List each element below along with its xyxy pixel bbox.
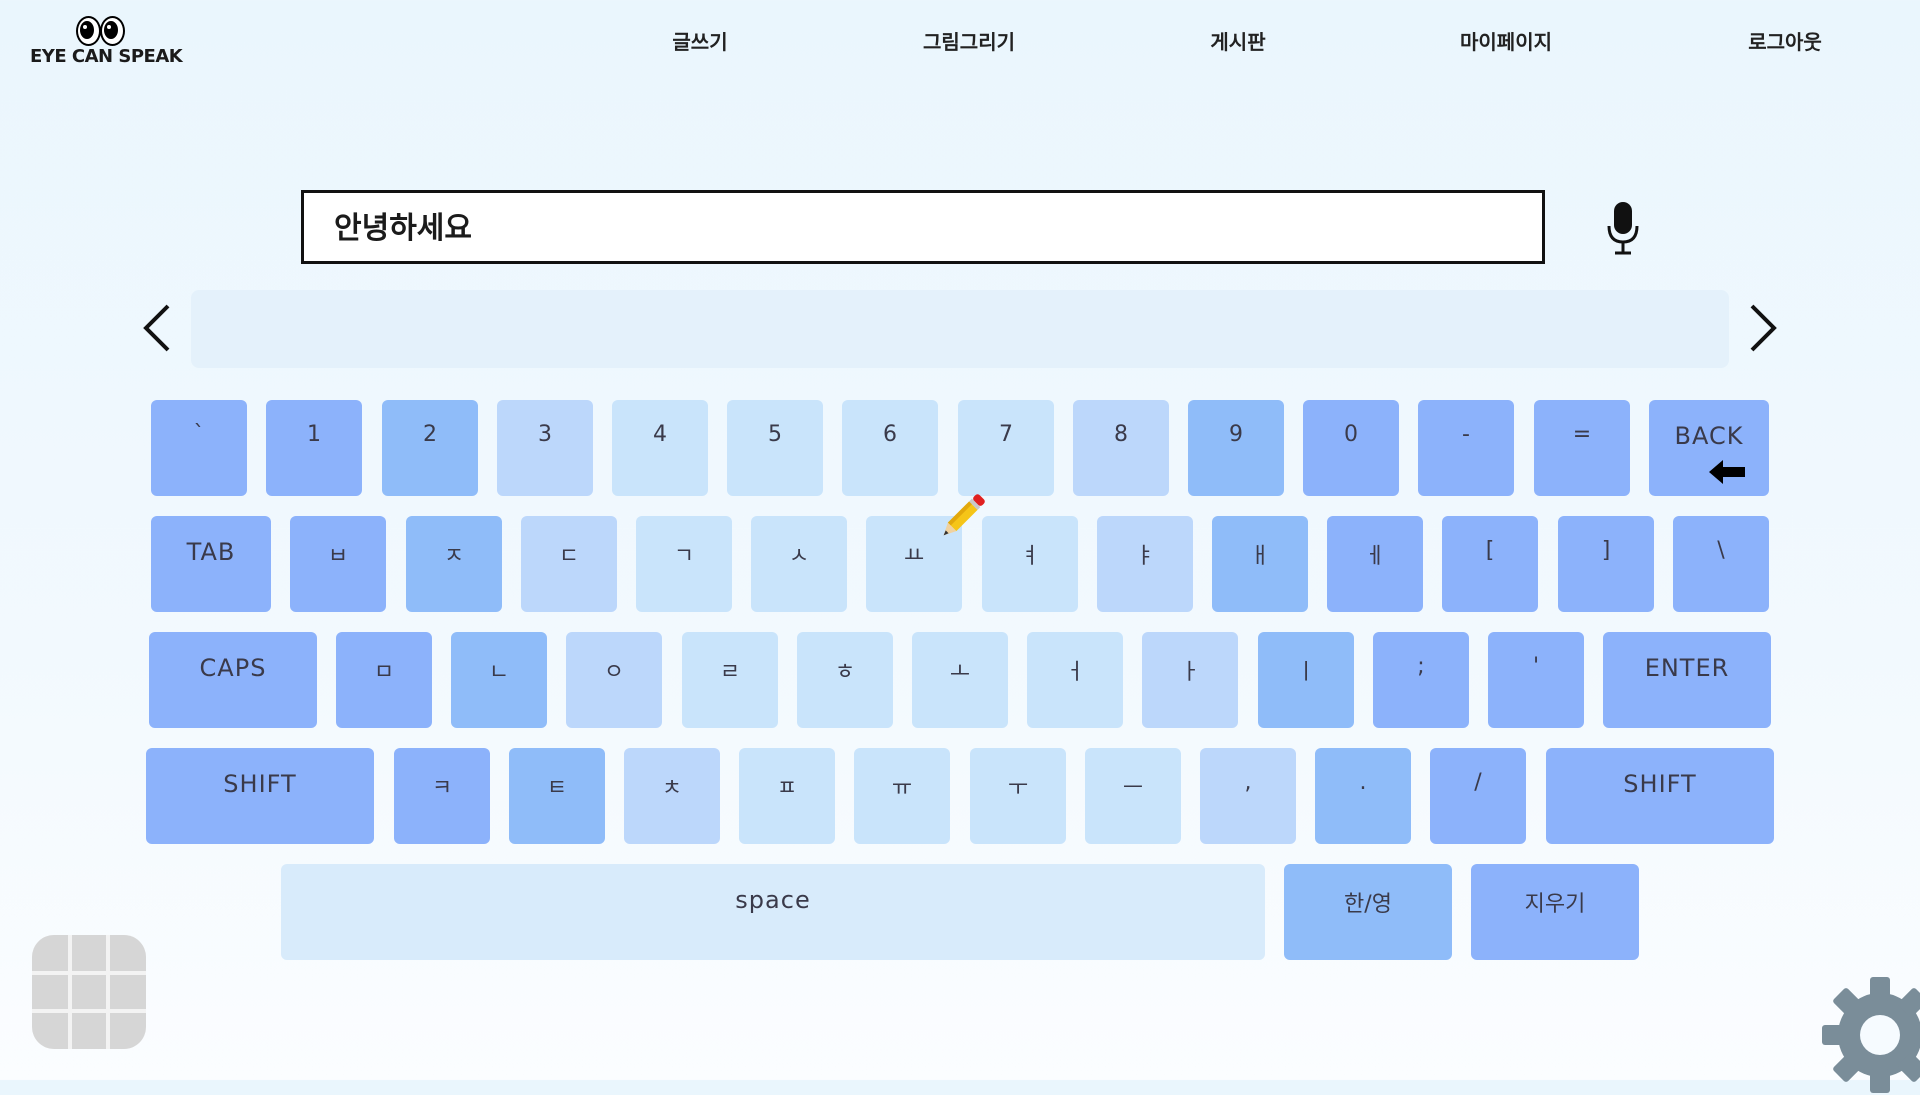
key-ieung[interactable]: ㅇ — [566, 632, 662, 728]
key-9[interactable]: 9 — [1188, 400, 1284, 496]
key-eu[interactable]: ㅡ — [1085, 748, 1181, 844]
key-slash[interactable]: / — [1430, 748, 1526, 844]
key-pieup[interactable]: ㅍ — [739, 748, 835, 844]
key-7[interactable]: 7 — [958, 400, 1054, 496]
key-minus[interactable]: - — [1418, 400, 1514, 496]
suggestion-bar[interactable] — [191, 290, 1729, 368]
key-5[interactable]: 5 — [727, 400, 823, 496]
key-mieum[interactable]: ㅁ — [336, 632, 432, 728]
key-equals[interactable]: = — [1534, 400, 1630, 496]
key-backslash[interactable]: \ — [1673, 516, 1769, 612]
key-tieut[interactable]: ㅌ — [509, 748, 605, 844]
key-4[interactable]: 4 — [612, 400, 708, 496]
key-o[interactable]: ㅗ — [912, 632, 1008, 728]
nav-logout[interactable]: 로그아웃 — [1748, 26, 1822, 55]
key-8[interactable]: 8 — [1073, 400, 1169, 496]
key-siot[interactable]: ㅅ — [751, 516, 847, 612]
key-u[interactable]: ㅜ — [970, 748, 1066, 844]
key-nieun[interactable]: ㄴ — [451, 632, 547, 728]
key-rieul[interactable]: ㄹ — [682, 632, 778, 728]
key-i[interactable]: ㅣ — [1258, 632, 1354, 728]
nav-mypage[interactable]: 마이페이지 — [1460, 26, 1552, 55]
key-bracket-left[interactable]: [ — [1442, 516, 1538, 612]
key-eo[interactable]: ㅓ — [1027, 632, 1123, 728]
grid-icon[interactable] — [32, 935, 146, 1049]
chevron-right-icon[interactable] — [1742, 298, 1782, 358]
nav-board[interactable]: 게시판 — [1210, 26, 1265, 55]
key-enter[interactable]: ENTER — [1603, 632, 1771, 728]
gear-icon[interactable] — [1820, 975, 1920, 1095]
key-backtick[interactable]: ` — [151, 400, 247, 496]
key-yeo[interactable]: ㅕ — [982, 516, 1078, 612]
nav-draw[interactable]: 그림그리기 — [923, 26, 1015, 55]
key-0[interactable]: 0 — [1303, 400, 1399, 496]
grid-icon-graphic — [32, 935, 146, 1049]
key-ya[interactable]: ㅑ — [1097, 516, 1193, 612]
key-kieuk[interactable]: ㅋ — [394, 748, 490, 844]
chevron-left-icon[interactable] — [138, 298, 178, 358]
key-bracket-right[interactable]: ] — [1558, 516, 1654, 612]
key-tab[interactable]: TAB — [151, 516, 271, 612]
key-lang-toggle[interactable]: 한/영 — [1284, 864, 1452, 960]
key-1[interactable]: 1 — [266, 400, 362, 496]
key-space[interactable]: space — [281, 864, 1265, 960]
key-bieup[interactable]: ㅂ — [290, 516, 386, 612]
key-quote[interactable]: ' — [1488, 632, 1584, 728]
text-input[interactable]: 안녕하세요 — [301, 190, 1545, 264]
pencil-icon — [943, 494, 985, 536]
key-hieut[interactable]: ㅎ — [797, 632, 893, 728]
key-chieut[interactable]: ㅊ — [624, 748, 720, 844]
top-nav: 글쓰기 그림그리기 게시판 마이페이지 로그아웃 — [0, 26, 1920, 56]
key-semicolon[interactable]: ; — [1373, 632, 1469, 728]
key-period[interactable]: . — [1315, 748, 1411, 844]
key-comma[interactable]: , — [1200, 748, 1296, 844]
key-backspace[interactable]: BACK — [1649, 400, 1769, 496]
arrow-left-icon — [1709, 460, 1745, 484]
key-a[interactable]: ㅏ — [1142, 632, 1238, 728]
key-e[interactable]: ㅔ — [1327, 516, 1423, 612]
key-caps[interactable]: CAPS — [149, 632, 317, 728]
key-6[interactable]: 6 — [842, 400, 938, 496]
key-clear[interactable]: 지우기 — [1471, 864, 1639, 960]
key-shift-right[interactable]: SHIFT — [1546, 748, 1774, 844]
key-2[interactable]: 2 — [382, 400, 478, 496]
nav-write[interactable]: 글쓰기 — [672, 26, 727, 55]
key-giyeok[interactable]: ㄱ — [636, 516, 732, 612]
key-shift-left[interactable]: SHIFT — [146, 748, 374, 844]
key-3[interactable]: 3 — [497, 400, 593, 496]
key-ae[interactable]: ㅐ — [1212, 516, 1308, 612]
key-jieut[interactable]: ㅈ — [406, 516, 502, 612]
key-backspace-label: BACK — [1674, 422, 1744, 450]
microphone-icon[interactable] — [1606, 200, 1640, 256]
key-yu[interactable]: ㅠ — [854, 748, 950, 844]
key-digeut[interactable]: ㄷ — [521, 516, 617, 612]
